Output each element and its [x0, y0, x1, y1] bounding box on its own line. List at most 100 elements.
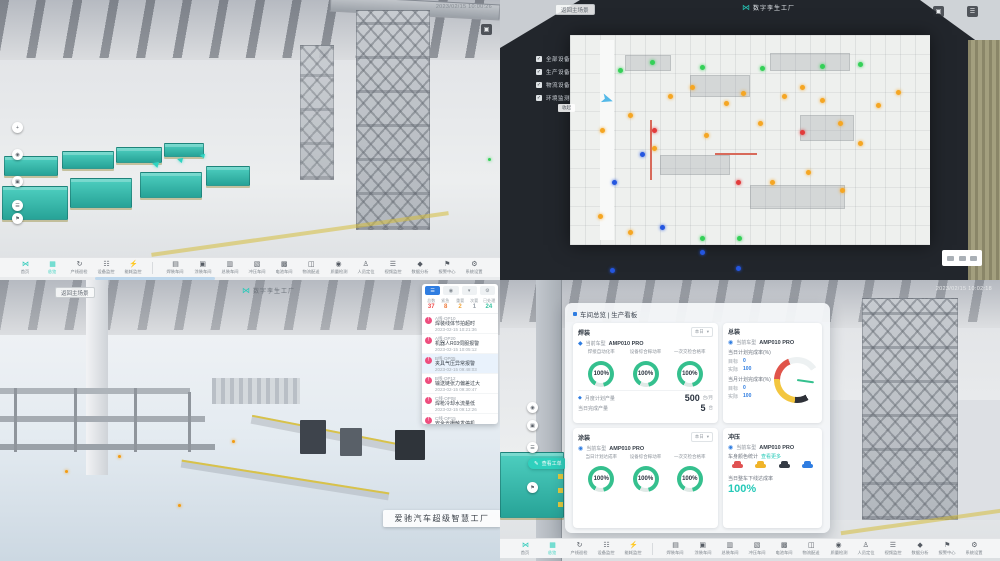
- device-dot[interactable]: [838, 121, 843, 126]
- factory-floorplan[interactable]: [570, 35, 930, 245]
- toolbar-item-7[interactable]: ▥总装车间: [716, 542, 743, 556]
- back-button[interactable]: 返回主场景: [55, 287, 95, 298]
- toolbar-item-1[interactable]: ▦总览: [39, 261, 66, 275]
- device-dot[interactable]: [612, 180, 617, 185]
- alarm-tab-2[interactable]: ▾: [462, 286, 477, 295]
- scene-marker-button[interactable]: ◉: [12, 149, 23, 160]
- device-dot[interactable]: [820, 98, 825, 103]
- device-dot[interactable]: [896, 90, 901, 95]
- device-dot[interactable]: [800, 85, 805, 90]
- toolbar-item-8[interactable]: ▧冲压车间: [244, 261, 271, 275]
- toolbar-item-3[interactable]: ☷设备监控: [93, 261, 120, 275]
- car-icon[interactable]: [755, 464, 766, 468]
- layer-item-0[interactable]: ✓全部设备: [536, 55, 570, 63]
- toolbar-item-15[interactable]: ⚑报警中心: [934, 542, 961, 556]
- device-dot[interactable]: [800, 130, 805, 135]
- toolbar-item-5[interactable]: ▤焊装车间: [662, 542, 689, 556]
- toolbar-item-5[interactable]: ▤焊装车间: [162, 261, 189, 275]
- map-controls[interactable]: [942, 250, 982, 266]
- toolbar-item-13[interactable]: ☰视频监控: [379, 261, 406, 275]
- scene-marker-button[interactable]: ☰: [12, 200, 23, 211]
- toolbar-item-2[interactable]: ↻产线巡检: [66, 261, 93, 275]
- alarm-item[interactable]: !A线·OP20机器人R03伺服报警2023-02-15 10:05:12: [422, 334, 498, 354]
- toolbar-item-1[interactable]: ▦总览: [539, 542, 566, 556]
- car-icon[interactable]: [732, 464, 743, 468]
- range-dropdown[interactable]: 本日▾: [691, 432, 713, 442]
- device-dot[interactable]: [628, 113, 633, 118]
- device-dot[interactable]: [858, 62, 863, 67]
- device-dot[interactable]: [628, 230, 633, 235]
- toolbar-item-4[interactable]: ⚡能耗监控: [620, 542, 647, 556]
- toolbar-item-8[interactable]: ▧冲压车间: [744, 542, 771, 556]
- device-dot[interactable]: [737, 236, 742, 241]
- alarm-tab-3[interactable]: ⚙: [480, 286, 495, 295]
- car-icon[interactable]: [802, 464, 813, 468]
- expand-button[interactable]: ▣: [481, 24, 492, 35]
- device-dot[interactable]: [736, 266, 741, 271]
- alarm-item[interactable]: !B线·OP12输送链张力偏差过大2023-02-15 09:30:47: [422, 374, 498, 394]
- alarm-item[interactable]: !B线·OP05夹具气压异常报警2023-02-15 09:48:03: [422, 354, 498, 374]
- device-dot[interactable]: [700, 65, 705, 70]
- scene-marker-button[interactable]: +: [12, 122, 23, 133]
- toolbar-item-0[interactable]: ⋈首页: [12, 261, 39, 275]
- device-dot[interactable]: [858, 141, 863, 146]
- layer-item-2[interactable]: ✓物流设备: [536, 81, 570, 89]
- toolbar-item-4[interactable]: ⚡能耗监控: [120, 261, 147, 275]
- layer-item-1[interactable]: ✓生产设备: [536, 68, 570, 76]
- fullscreen-button[interactable]: ▣: [933, 6, 944, 17]
- device-dot[interactable]: [652, 146, 657, 151]
- alarm-item[interactable]: !A线·OP10焊装线体节拍超时2023-02-15 10:21:36: [422, 314, 498, 334]
- checkbox-icon[interactable]: ✓: [536, 69, 542, 75]
- toolbar-item-3[interactable]: ☷设备监控: [593, 542, 620, 556]
- toolbar-item-9[interactable]: ▩电池车间: [771, 542, 798, 556]
- alarm-item[interactable]: !C线·OP15安全光栅触发停机2023-02-15 08:55:10: [422, 414, 498, 424]
- device-dot[interactable]: [652, 128, 657, 133]
- toolbar-item-6[interactable]: ▣涂装车间: [689, 542, 716, 556]
- toolbar-item-7[interactable]: ▥总装车间: [216, 261, 243, 275]
- device-dot[interactable]: [760, 66, 765, 71]
- device-dot[interactable]: [600, 128, 605, 133]
- device-dot[interactable]: [660, 225, 665, 230]
- toolbar-item-6[interactable]: ▣涂装车间: [189, 261, 216, 275]
- device-dot[interactable]: [704, 133, 709, 138]
- device-dot[interactable]: [724, 101, 729, 106]
- scene-marker-button[interactable]: ☰: [527, 442, 538, 453]
- device-dot[interactable]: [598, 214, 603, 219]
- view-workorder-button[interactable]: ✎ 查看工单: [528, 458, 568, 469]
- scene-marker-button[interactable]: ⚑: [527, 482, 538, 493]
- device-dot[interactable]: [876, 103, 881, 108]
- toolbar-item-0[interactable]: ⋈首页: [512, 542, 539, 556]
- device-dot[interactable]: [618, 68, 623, 73]
- checkbox-icon[interactable]: ✓: [536, 56, 542, 62]
- device-dot[interactable]: [668, 94, 673, 99]
- range-dropdown[interactable]: 本日▾: [691, 327, 713, 337]
- scene-marker-button[interactable]: ◉: [527, 402, 538, 413]
- scene-marker-button[interactable]: ⚑: [12, 213, 23, 224]
- device-dot[interactable]: [806, 170, 811, 175]
- back-button[interactable]: 返回主场景: [555, 4, 595, 15]
- toolbar-item-12[interactable]: ♙人员定位: [852, 542, 879, 556]
- device-dot[interactable]: [770, 180, 775, 185]
- toolbar-item-12[interactable]: ♙人员定位: [352, 261, 379, 275]
- menu-button[interactable]: ☰: [967, 6, 978, 17]
- device-dot[interactable]: [758, 121, 763, 126]
- toolbar-item-10[interactable]: ◫物流配送: [798, 542, 825, 556]
- toolbar-item-16[interactable]: ⚙系统设置: [461, 261, 488, 275]
- device-dot[interactable]: [610, 268, 615, 273]
- scene-marker-button[interactable]: ▣: [527, 420, 538, 431]
- layer-item-3[interactable]: ✓环境监测: [536, 94, 570, 102]
- alarm-item[interactable]: !C线·OP08焊枪冷却水流量低2023-02-15 09:12:26: [422, 394, 498, 414]
- toolbar-item-14[interactable]: ◆数据分析: [907, 542, 934, 556]
- toolbar-item-11[interactable]: ◉质量检测: [825, 542, 852, 556]
- checkbox-icon[interactable]: ✓: [536, 95, 542, 101]
- device-dot[interactable]: [700, 250, 705, 255]
- device-dot[interactable]: [690, 85, 695, 90]
- device-dot[interactable]: [700, 236, 705, 241]
- toolbar-item-9[interactable]: ▩电池车间: [271, 261, 298, 275]
- collapse-button[interactable]: 收起: [558, 104, 575, 112]
- device-dot[interactable]: [782, 94, 787, 99]
- checkbox-icon[interactable]: ✓: [536, 82, 542, 88]
- toolbar-item-16[interactable]: ⚙系统设置: [961, 542, 988, 556]
- scene-marker-button[interactable]: ▣: [12, 176, 23, 187]
- device-dot[interactable]: [640, 152, 645, 157]
